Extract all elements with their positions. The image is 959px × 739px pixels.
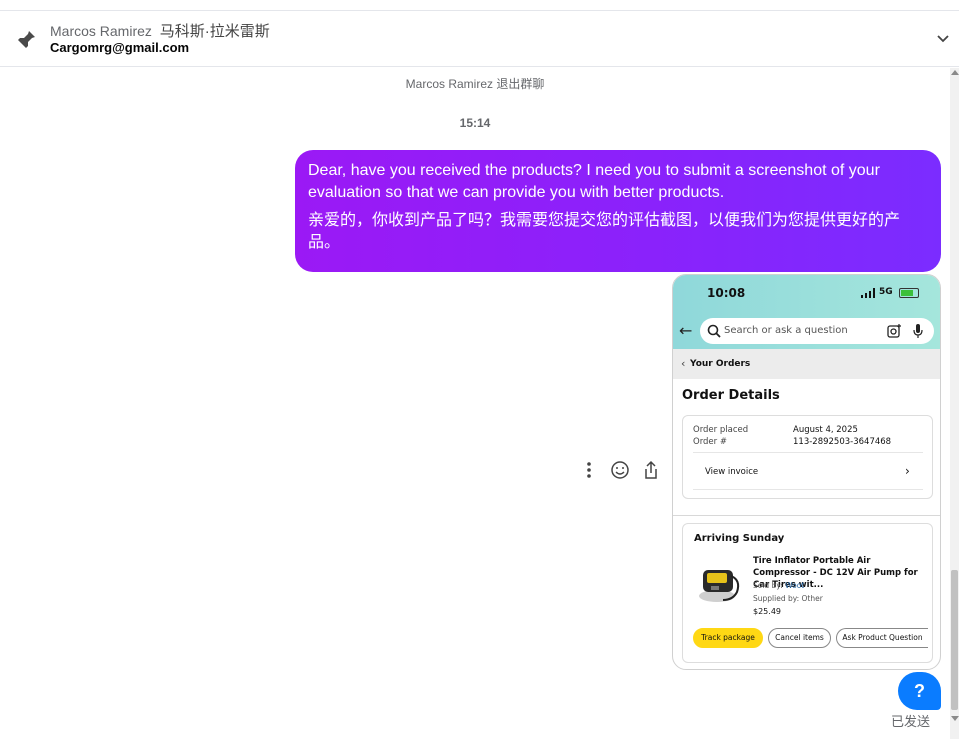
attached-screenshot-image[interactable]: 10:08 5G ← Search or ask a question ‹ Yo… [672,274,941,670]
chevron-left-icon: ‹ [681,357,686,370]
product-image [699,570,740,602]
scroll-down-arrow-icon[interactable] [951,716,959,721]
help-button[interactable]: ? [898,672,941,710]
cancel-items-button: Cancel items [768,628,831,648]
search-icon [707,324,721,338]
message-actions [578,458,664,484]
message-timestamp: 15:14 [459,116,491,130]
track-package-button: Track package [693,628,763,648]
shipment-card: Arriving Sunday Tire Inflator Portable A… [682,523,933,663]
pin-icon[interactable] [14,28,38,52]
screenshot-search-bar: Search or ask a question [700,318,934,344]
contact-name: Marcos Ramirez 马科斯·拉米雷斯 [50,20,270,41]
contact-email: Cargomrg@gmail.com [50,40,190,55]
message-text-en: Dear, have you received the products? I … [308,162,880,201]
order-details-title: Order Details [682,388,780,403]
chevron-down-icon[interactable] [935,31,951,47]
arriving-label: Arriving Sunday [694,533,785,544]
chevron-right-icon: › [905,464,910,478]
contact-name-cn: 马科斯·拉米雷斯 [159,23,270,40]
network-label: 5G [879,287,893,297]
view-invoice-label: View invoice [705,467,759,477]
breadcrumb: ‹ Your Orders [673,349,940,379]
share-icon[interactable] [640,458,662,482]
system-message: Marcos Ramirez 退出群聊 [405,77,545,91]
message-status: 已发送 [891,714,931,729]
message-text-cn: 亲爱的，你收到产品了吗？我需要您提交您的评估截图，以便我们为您提供更好的产品。 [308,212,901,251]
battery-icon [899,288,919,298]
scroll-up-arrow-icon[interactable] [951,70,959,75]
supplied-by: Supplied by: Other [753,594,823,603]
breadcrumb-label: Your Orders [690,359,751,369]
camera-icon [887,324,901,338]
back-arrow-icon: ← [679,321,693,340]
order-number-label: Order # [693,437,727,447]
order-placed-value: August 4, 2025 [793,425,858,435]
contact-name-en: Marcos Ramirez [50,23,152,39]
seller-name: Woot [785,581,805,590]
signal-icon [861,288,875,298]
microphone-icon [913,324,923,338]
scrollbar-thumb[interactable] [951,570,958,710]
ask-product-question-button: Ask Product Question [836,628,928,648]
more-options-icon[interactable] [578,458,600,482]
order-placed-label: Order placed [693,425,749,435]
emoji-react-icon[interactable] [609,458,631,482]
order-number-value: 113-2892503-3647468 [793,437,892,447]
sold-by: Sold by: Woot [753,581,804,590]
search-placeholder: Search or ask a question [724,325,848,336]
sold-by-label: Sold by: [753,581,786,590]
sent-message-bubble[interactable]: Dear, have you received the products? I … [295,150,941,272]
product-price: $25.49 [753,607,781,616]
phone-status-time: 10:08 [707,286,746,300]
chat-header: Marcos Ramirez 马科斯·拉米雷斯 Cargomrg@gmail.c… [0,10,959,67]
order-info-card: Order placed August 4, 2025 Order # 113-… [682,415,933,499]
